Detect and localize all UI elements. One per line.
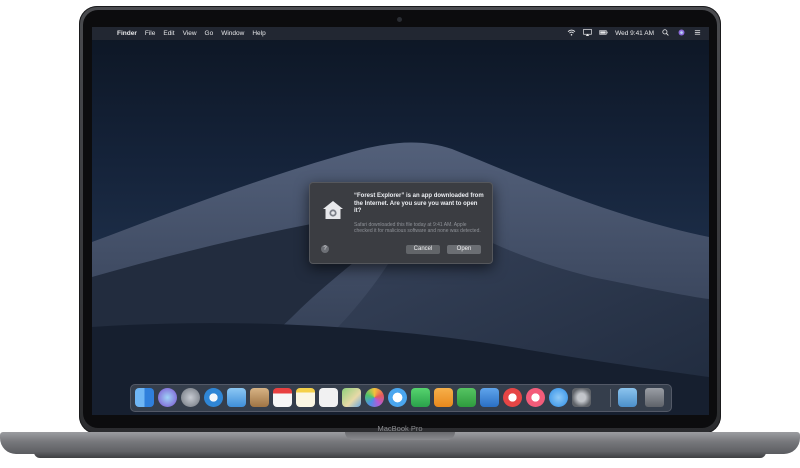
siri-icon[interactable] [158,388,177,407]
menu-edit[interactable]: Edit [163,30,174,37]
downloads-folder-icon[interactable] [618,388,637,407]
notes-icon[interactable] [296,388,315,407]
menu-bar-status: Wed 9:41 AM [567,29,709,38]
dialog-title: “Forest Explorer” is an app downloaded f… [354,193,484,215]
app-store-icon[interactable] [549,388,568,407]
open-button[interactable]: Open [447,245,481,254]
music-icon[interactable] [526,388,545,407]
news-icon[interactable] [503,388,522,407]
laptop-base-foot [34,452,766,458]
maps-icon[interactable] [342,388,361,407]
numbers-icon[interactable] [457,388,476,407]
mail-icon[interactable] [227,388,246,407]
menu-go[interactable]: Go [205,30,214,37]
siri-menu-icon[interactable] [677,29,686,38]
menu-file[interactable]: File [145,30,155,37]
menu-view[interactable]: View [183,30,197,37]
cancel-button[interactable]: Cancel [406,245,440,254]
desktop-screen: Finder File Edit View Go Window Help Wed… [92,27,709,415]
facetime-icon[interactable] [411,388,430,407]
lid-notch [345,432,455,440]
menu-finder[interactable]: Finder [117,30,137,37]
gatekeeper-dialog: “Forest Explorer” is an app downloaded f… [309,182,493,264]
reminders-icon[interactable] [319,388,338,407]
calendar-icon[interactable] [273,388,292,407]
camera [397,17,402,22]
photos-icon[interactable] [365,388,384,407]
messages-icon[interactable] [388,388,407,407]
gatekeeper-house-icon [323,201,343,219]
battery-icon[interactable] [599,29,608,38]
dock-separator [610,389,611,407]
safari-icon[interactable] [204,388,223,407]
contacts-icon[interactable] [250,388,269,407]
help-button[interactable]: ? [321,245,329,253]
system-preferences-icon[interactable] [572,388,591,407]
menu-help[interactable]: Help [252,30,265,37]
launchpad-icon[interactable] [181,388,200,407]
finder-icon[interactable] [135,388,154,407]
menu-clock[interactable]: Wed 9:41 AM [615,30,654,37]
menu-window[interactable]: Window [221,30,244,37]
airplay-icon[interactable] [583,29,592,38]
trash-icon[interactable] [645,388,664,407]
wifi-icon[interactable] [567,29,576,38]
keynote-icon[interactable] [480,388,499,407]
menu-bar: Finder File Edit View Go Window Help Wed… [92,27,709,40]
pages-icon[interactable] [434,388,453,407]
spotlight-icon[interactable] [661,29,670,38]
brand-label: MacBook Pro [377,424,423,433]
notification-center-icon[interactable] [693,29,702,38]
dialog-message: Safari downloaded this file today at 9:4… [354,222,481,235]
dock [130,384,672,412]
